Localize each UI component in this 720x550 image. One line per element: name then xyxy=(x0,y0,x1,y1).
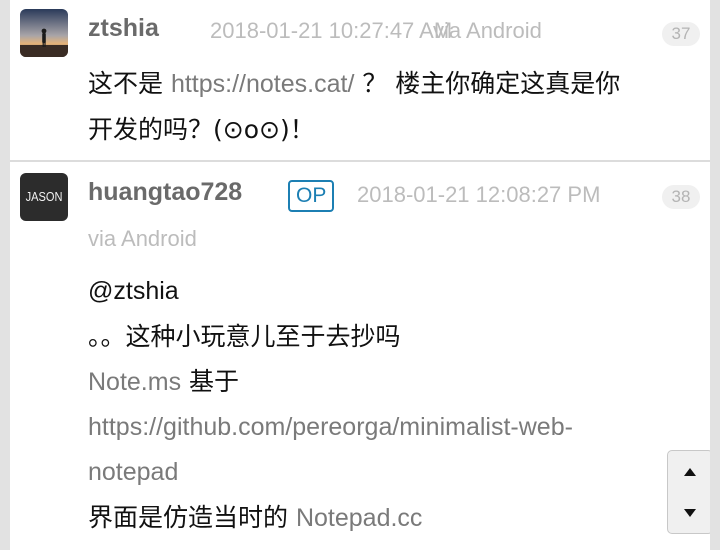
content-text: 界面是仿造当时的 xyxy=(88,503,296,532)
content-link[interactable]: https://notes.cat/ xyxy=(171,70,354,98)
content-link[interactable]: notepad xyxy=(88,450,688,495)
scroll-controls xyxy=(667,450,710,534)
op-badge: OP xyxy=(288,180,335,212)
avatar[interactable]: JASON xyxy=(20,173,68,221)
content-line: 这不是 https://notes.cat/ ？ 楼主你确定这真是你 xyxy=(88,61,688,107)
reply-date: 2018-01-21 12:08:27 PM xyxy=(357,182,601,207)
content-link[interactable]: Notepad.cc xyxy=(296,504,422,532)
reply-via: via Android xyxy=(433,18,542,43)
reply-date: 2018-01-21 10:27:47 AM xyxy=(210,18,453,43)
floor-number: 38 xyxy=(662,185,700,209)
content-line: Note.ms 基于 xyxy=(88,359,688,405)
avatar[interactable] xyxy=(20,9,68,57)
username[interactable]: huangtao728 xyxy=(88,178,242,207)
scroll-up-button[interactable] xyxy=(668,451,710,492)
content-text: ？ 楼主你确定这真是你 xyxy=(354,69,621,98)
replies-sheet: ztshia 2018-01-21 10:27:47 AM via Androi… xyxy=(10,0,710,550)
content-text: 这不是 xyxy=(88,69,171,98)
content-text: 基于 xyxy=(181,367,240,396)
content-link[interactable]: https://github.com/pereorga/minimalist-w… xyxy=(88,405,688,450)
content-line: 。。这种小玩意儿至于去抄吗 xyxy=(88,322,401,351)
content-line: 开发的吗？(⊙o⊙)！ xyxy=(88,115,315,144)
mention-link[interactable]: @ztshia xyxy=(88,269,688,314)
avatar-photo-icon xyxy=(20,9,68,57)
content-line: 界面是仿造当时的 Notepad.cc xyxy=(88,495,688,541)
scroll-down-button[interactable] xyxy=(668,492,710,533)
username[interactable]: ztshia xyxy=(88,14,159,43)
reply-content: @ztshia 。。这种小玩意儿至于去抄吗 Note.ms 基于 https:/… xyxy=(88,269,688,541)
reply-item: JASON huangtao728 OP 2018-01-21 12:08:27… xyxy=(10,162,710,550)
reply-content: 这不是 https://notes.cat/ ？ 楼主你确定这真是你 开发的吗？… xyxy=(88,61,688,152)
triangle-down-icon xyxy=(684,508,696,517)
content-link[interactable]: Note.ms xyxy=(88,368,181,396)
reply-item: ztshia 2018-01-21 10:27:47 AM via Androi… xyxy=(10,0,710,160)
triangle-up-icon xyxy=(684,467,696,476)
floor-number: 37 xyxy=(662,22,700,46)
avatar-text: JASON xyxy=(25,189,63,204)
reply-via: via Android xyxy=(88,226,197,251)
